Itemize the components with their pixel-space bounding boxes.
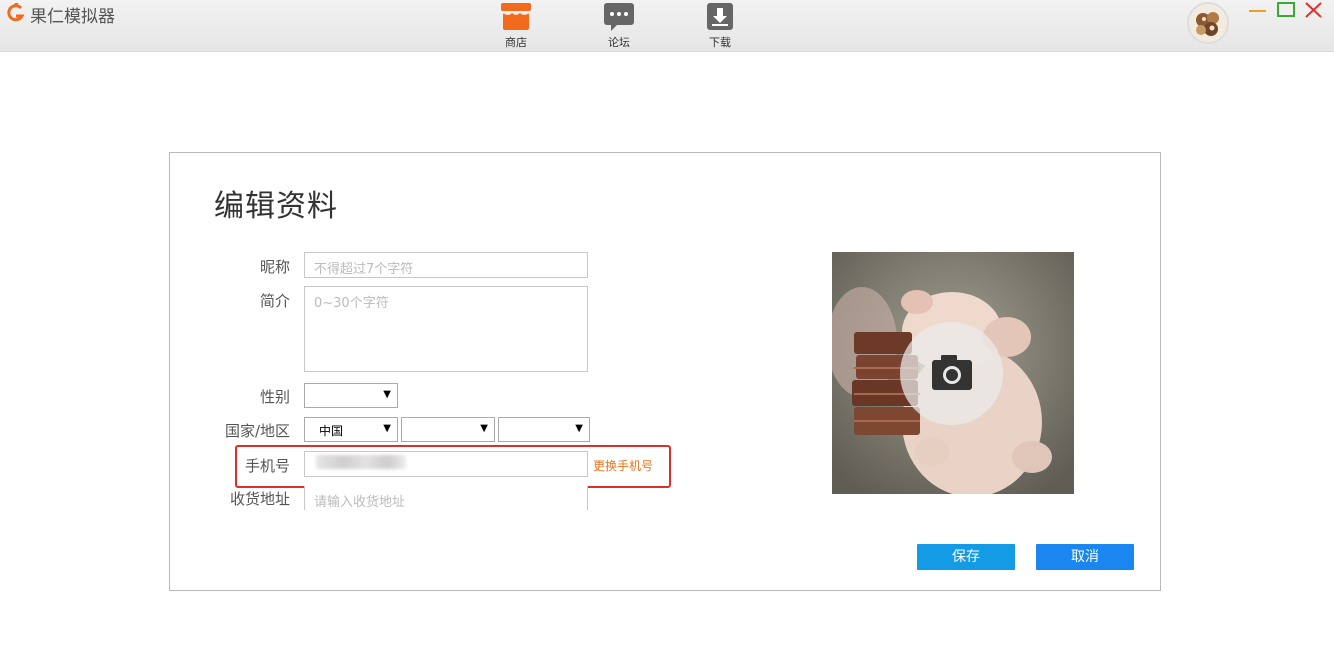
- nav-download-label: 下载: [709, 36, 731, 49]
- download-icon: [707, 3, 733, 30]
- phone-label: 手机号: [244, 457, 290, 475]
- maximize-icon[interactable]: [1275, 0, 1299, 22]
- user-avatar[interactable]: [1187, 2, 1229, 44]
- gender-select[interactable]: ▼: [304, 383, 398, 408]
- phone-number-redacted: [316, 455, 406, 469]
- address-label: 收货地址: [229, 490, 290, 508]
- dropdown-arrow-icon: ▼: [383, 389, 391, 400]
- country-value: 中国: [319, 424, 344, 438]
- app-logo-icon: [7, 3, 25, 22]
- bio-textarea[interactable]: 0~30个字符: [304, 286, 588, 372]
- bio-label: 简介: [259, 292, 290, 310]
- nav-store[interactable]: 商店: [486, 2, 546, 50]
- nav-forum-label: 论坛: [608, 36, 630, 49]
- nav-store-label: 商店: [505, 36, 527, 49]
- region-label: 国家/地区: [224, 422, 290, 440]
- change-phone-link[interactable]: 更换手机号: [593, 457, 653, 474]
- dropdown-arrow-icon: ▼: [480, 423, 488, 434]
- profile-photo[interactable]: [832, 252, 1074, 494]
- dropdown-arrow-icon: ▼: [575, 423, 583, 434]
- gender-label: 性别: [259, 388, 290, 406]
- address-input[interactable]: 请输入收货地址: [304, 486, 588, 510]
- nav-forum[interactable]: 论坛: [589, 2, 649, 50]
- camera-overlay[interactable]: [900, 322, 1003, 425]
- edit-profile-dialog: 编辑资料 昵称 不得超过7个字符 简介 0~30个字符 性别 ▼ 国家/地区 中…: [169, 152, 1161, 591]
- nickname-label: 昵称: [259, 258, 290, 276]
- nav-download[interactable]: 下载: [690, 2, 750, 50]
- country-select[interactable]: 中国 ▼: [304, 417, 398, 442]
- forum-chat-icon: [604, 3, 634, 31]
- save-button[interactable]: 保存: [917, 544, 1015, 570]
- app-title: 果仁模拟器: [30, 7, 115, 27]
- city-select[interactable]: ▼: [498, 417, 590, 442]
- province-select[interactable]: ▼: [401, 417, 495, 442]
- store-icon: [501, 3, 531, 30]
- camera-icon: [932, 355, 972, 390]
- cancel-button[interactable]: 取消: [1036, 544, 1134, 570]
- minimize-icon[interactable]: [1246, 0, 1270, 22]
- dropdown-arrow-icon: ▼: [383, 423, 391, 434]
- close-icon[interactable]: [1302, 0, 1326, 22]
- top-bar: 果仁模拟器 商店 论坛 下载: [0, 0, 1334, 52]
- dialog-title: 编辑资料: [214, 189, 338, 224]
- emulator-window: 果仁模拟器 商店 论坛 下载 编辑资料 昵称 不得超过7个字符 简介 0~30个…: [0, 0, 1334, 671]
- nickname-input[interactable]: 不得超过7个字符: [304, 252, 588, 278]
- avatar-image: [1189, 4, 1227, 42]
